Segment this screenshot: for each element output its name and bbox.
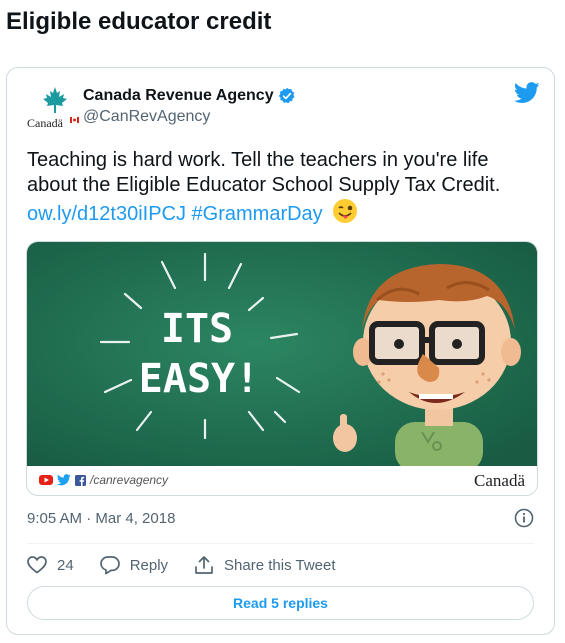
read-replies-button[interactable]: Read 5 replies <box>27 586 534 620</box>
media-headline-line-1: ITS <box>161 306 233 352</box>
author-handle[interactable]: @CanRevAgency <box>83 108 296 126</box>
tweet-body: Teaching is hard work. Tell the teachers… <box>27 149 501 196</box>
maple-leaf-icon <box>43 87 67 113</box>
like-button[interactable]: 24 <box>27 556 74 574</box>
author-block[interactable]: Canada Revenue Agency @CanRevAgency <box>83 87 296 126</box>
social-handle: /canrevagency <box>90 473 169 487</box>
twitter-icon <box>57 474 71 486</box>
share-icon <box>195 556 213 574</box>
facebook-icon <box>75 474 86 486</box>
hashtag-link[interactable]: #GrammarDay <box>192 203 323 225</box>
reply-label: Reply <box>129 556 169 574</box>
share-label: Share this Tweet <box>224 556 336 574</box>
flag-icon <box>70 117 79 123</box>
tweet-text: Teaching is hard work. Tell the teachers… <box>27 148 542 227</box>
like-count: 24 <box>57 556 74 574</box>
tweet-timestamp[interactable]: 9:05 AM · Mar 4, 2018 <box>27 510 175 527</box>
tweet-link[interactable]: ow.ly/d12t30iIPCJ <box>27 203 186 225</box>
share-button[interactable]: Share this Tweet <box>194 555 336 575</box>
author-name-text[interactable]: Canada Revenue Agency <box>83 87 274 105</box>
tweet-actions: 24 Reply Share this Tweet <box>27 554 362 576</box>
social-icons: /canrevagency <box>39 473 168 487</box>
media-footer: /canrevagency Canadä <box>27 466 537 495</box>
divider <box>27 543 534 544</box>
canada-wordmark-logo: Canadä <box>27 116 63 130</box>
media-headline-line-2: EASY! <box>139 356 259 402</box>
reply-icon <box>99 556 120 575</box>
heart-icon <box>27 556 47 574</box>
verified-badge-icon <box>278 87 295 104</box>
media-illustration: ITS EASY! <box>27 242 537 466</box>
winking-face-with-tongue-icon <box>333 199 358 223</box>
youtube-icon <box>39 475 53 485</box>
reply-button[interactable]: Reply <box>99 555 169 575</box>
twitter-bird-icon[interactable] <box>514 82 540 104</box>
author-name[interactable]: Canada Revenue Agency <box>83 87 296 105</box>
author-logo[interactable]: Canadä <box>27 86 79 130</box>
tweet-media[interactable]: ITS EASY! /canrevagency Canadä <box>26 241 538 496</box>
media-canada-wordmark: Canadä <box>474 471 525 490</box>
page-title: Eligible educator credit <box>6 8 272 35</box>
info-icon[interactable] <box>514 508 534 528</box>
tweet-card[interactable]: Canadä Canada Revenue Agency @CanRevAgen… <box>6 67 555 635</box>
